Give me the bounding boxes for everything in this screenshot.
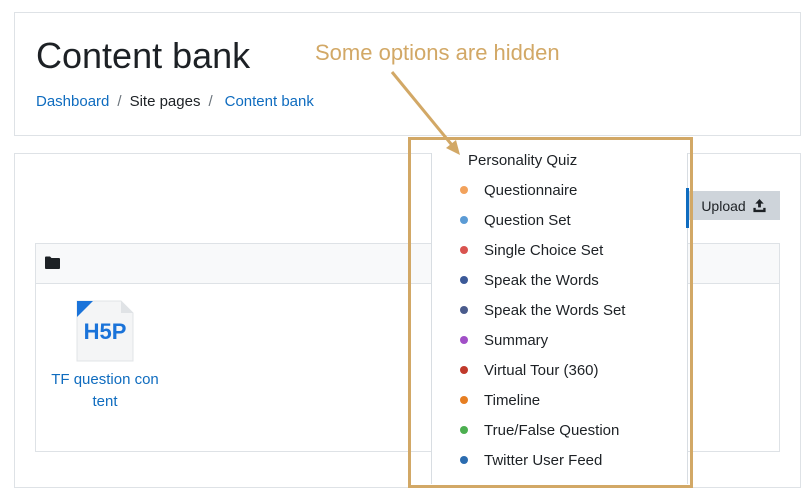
menu-item-label: Speak the Words Set (484, 301, 626, 319)
page-header: Content bank Dashboard / Site pages / Co… (14, 12, 801, 136)
menu-item-label: Question Set (484, 211, 571, 229)
content-type-icon (460, 186, 468, 194)
menu-item[interactable]: True/False Question (432, 415, 687, 445)
content-type-icon (460, 246, 468, 254)
content-type-icon (460, 216, 468, 224)
menu-item[interactable]: Virtual Tour (360) (432, 355, 687, 385)
upload-label: Upload (701, 197, 746, 214)
menu-item[interactable]: Personality Quiz (432, 145, 687, 175)
breadcrumb-separator: / (208, 93, 213, 110)
folder-icon[interactable] (45, 256, 60, 269)
menu-item-label: Speak the Words (484, 271, 599, 289)
content-item-name[interactable]: TF question content (50, 369, 160, 413)
content-type-icon (460, 336, 468, 344)
menu-item-label: Virtual Tour (360) (484, 361, 599, 379)
upload-icon (753, 198, 766, 213)
content-item[interactable]: H5P TF question content (50, 299, 160, 413)
content-type-dropdown: Personality Quiz Questionnaire Question Se… (431, 152, 688, 484)
breadcrumb-site-pages: Site pages (129, 93, 201, 110)
content-type-icon (460, 276, 468, 284)
content-type-icon (460, 426, 468, 434)
page-title: Content bank (36, 35, 251, 76)
content-type-icon (460, 306, 468, 314)
menu-item-label: Single Choice Set (484, 241, 604, 259)
breadcrumb: Dashboard / Site pages / Content bank (36, 93, 314, 110)
breadcrumb-separator: / (117, 93, 122, 110)
menu-item-label: True/False Question (484, 421, 620, 439)
breadcrumb-content-bank[interactable]: Content bank (225, 93, 314, 110)
content-type-icon (460, 456, 468, 464)
menu-item[interactable]: Questionnaire (432, 175, 687, 205)
menu-item-label: Timeline (484, 391, 541, 409)
menu-item[interactable]: Question Set (432, 205, 687, 235)
upload-button[interactable]: Upload (688, 191, 780, 220)
menu-item-label: Twitter User Feed (484, 451, 603, 469)
menu-item[interactable]: Twitter User Feed (432, 445, 687, 475)
content-type-icon (460, 366, 468, 374)
h5p-file-icon: H5P (76, 300, 134, 362)
breadcrumb-dashboard[interactable]: Dashboard (36, 93, 109, 110)
menu-item[interactable]: Timeline (432, 385, 687, 415)
menu-item-label: Personality Quiz (468, 151, 578, 169)
dropdown-active-indicator (686, 188, 689, 228)
menu-item-label: Questionnaire (484, 181, 578, 199)
menu-item[interactable]: Summary (432, 325, 687, 355)
h5p-logo-text: H5P (84, 319, 127, 344)
menu-item[interactable]: Speak the Words (432, 265, 687, 295)
menu-item[interactable]: Single Choice Set (432, 235, 687, 265)
menu-item-label: Summary (484, 331, 549, 349)
menu-item[interactable]: Speak the Words Set (432, 295, 687, 325)
content-type-icon (460, 396, 468, 404)
annotation-text: Some options are hidden (315, 40, 560, 65)
